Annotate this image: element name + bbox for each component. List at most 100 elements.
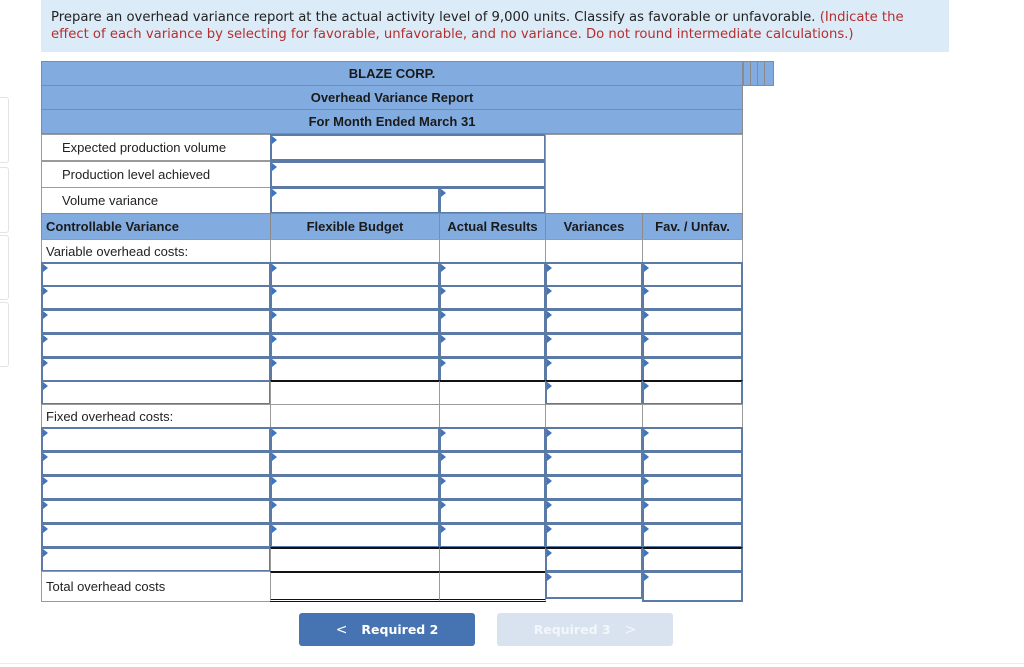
total-blank bbox=[270, 571, 440, 602]
fixed-fav-unfav-select[interactable] bbox=[642, 451, 743, 476]
fixed-actual-results-input[interactable] bbox=[439, 523, 546, 548]
next-required-label: Required 3 bbox=[533, 622, 611, 637]
fixed-variance-input[interactable] bbox=[545, 475, 643, 500]
variable-costs-label-blank bbox=[642, 239, 743, 263]
variable-fav-unfav-select[interactable] bbox=[642, 309, 743, 334]
instructions-panel: Prepare an overhead variance report at t… bbox=[41, 0, 949, 52]
variable-subtotal-blank bbox=[439, 380, 546, 405]
variable-subtotal-fav-unfav-select[interactable] bbox=[642, 380, 743, 405]
variable-actual-results-input[interactable] bbox=[439, 309, 546, 334]
fixed-fav-unfav-select[interactable] bbox=[642, 427, 743, 452]
fixed-item-select[interactable] bbox=[41, 475, 271, 500]
report-title: Overhead Variance Report bbox=[41, 85, 743, 110]
variable-subtotal-item-select[interactable] bbox=[41, 380, 271, 405]
variable-actual-results-input[interactable] bbox=[439, 333, 546, 358]
variable-costs-label-blank bbox=[545, 239, 643, 263]
fixed-costs-label: Fixed overhead costs: bbox=[41, 404, 271, 428]
variable-item-select[interactable] bbox=[41, 285, 271, 310]
fixed-fav-unfav-select[interactable] bbox=[642, 475, 743, 500]
variable-flexible-budget-input[interactable] bbox=[270, 285, 440, 310]
variable-costs-label: Variable overhead costs: bbox=[41, 239, 271, 263]
variable-flexible-budget-input[interactable] bbox=[270, 357, 440, 382]
fixed-fav-unfav-select[interactable] bbox=[642, 499, 743, 524]
fixed-costs-label-blank bbox=[545, 404, 643, 428]
company-name: BLAZE CORP. bbox=[41, 61, 743, 86]
expected-volume-input[interactable] bbox=[270, 134, 546, 161]
variable-costs-label-blank bbox=[439, 239, 546, 263]
fixed-subtotal-fav-unfav-select[interactable] bbox=[642, 547, 743, 572]
variable-costs-label-blank bbox=[270, 239, 440, 263]
variable-flexible-budget-input[interactable] bbox=[270, 333, 440, 358]
fixed-flexible-budget-input[interactable] bbox=[270, 475, 440, 500]
variable-actual-results-input[interactable] bbox=[439, 285, 546, 310]
next-required-button[interactable]: Required 3 > bbox=[497, 613, 673, 646]
actual-results-header: Actual Results bbox=[439, 213, 546, 240]
fixed-item-select[interactable] bbox=[41, 427, 271, 452]
variable-variance-input[interactable] bbox=[545, 309, 643, 334]
variable-subtotal-blank bbox=[270, 380, 440, 405]
variable-actual-results-input[interactable] bbox=[439, 262, 546, 287]
prev-required-button[interactable]: < Required 2 bbox=[299, 613, 475, 646]
side-panel-tab bbox=[0, 235, 9, 300]
variable-fav-unfav-select[interactable] bbox=[642, 357, 743, 382]
variances-header: Variances bbox=[545, 213, 643, 240]
fixed-variance-input[interactable] bbox=[545, 427, 643, 452]
fixed-flexible-budget-input[interactable] bbox=[270, 451, 440, 476]
volume-variance-fav-select[interactable] bbox=[439, 187, 546, 214]
variable-variance-input[interactable] bbox=[545, 285, 643, 310]
variable-flexible-budget-input[interactable] bbox=[270, 309, 440, 334]
fixed-variance-input[interactable] bbox=[545, 451, 643, 476]
side-panel-tab bbox=[0, 97, 9, 163]
variable-fav-unfav-select[interactable] bbox=[642, 333, 743, 358]
fixed-flexible-budget-input[interactable] bbox=[270, 427, 440, 452]
variable-fav-unfav-select[interactable] bbox=[642, 285, 743, 310]
fixed-actual-results-input[interactable] bbox=[439, 451, 546, 476]
total-overhead-label: Total overhead costs bbox=[41, 571, 271, 602]
chevron-right-icon: > bbox=[624, 621, 637, 638]
fixed-costs-label-blank bbox=[439, 404, 546, 428]
fixed-variance-input[interactable] bbox=[545, 523, 643, 548]
report-period: For Month Ended March 31 bbox=[41, 109, 743, 134]
variable-flexible-budget-input[interactable] bbox=[270, 262, 440, 287]
expected-volume-label: Expected production volume bbox=[41, 134, 271, 161]
volume-variance-label: Volume variance bbox=[41, 187, 271, 214]
instructions-text: Prepare an overhead variance report at t… bbox=[51, 10, 816, 25]
variable-item-select[interactable] bbox=[41, 357, 271, 382]
fixed-subtotal-variance-input[interactable] bbox=[545, 547, 643, 572]
production-level-label: Production level achieved bbox=[41, 161, 271, 188]
fixed-actual-results-input[interactable] bbox=[439, 427, 546, 452]
total-fav-unfav-select[interactable] bbox=[642, 571, 743, 602]
footer-divider bbox=[0, 663, 1024, 664]
total-variance-input[interactable] bbox=[545, 571, 643, 599]
variable-variance-input[interactable] bbox=[545, 357, 643, 382]
variable-subtotal-variance-input[interactable] bbox=[545, 380, 643, 405]
fixed-item-select[interactable] bbox=[41, 523, 271, 548]
variable-item-select[interactable] bbox=[41, 333, 271, 358]
prev-required-label: Required 2 bbox=[361, 622, 439, 637]
variable-item-select[interactable] bbox=[41, 262, 271, 287]
fixed-costs-label-blank bbox=[270, 404, 440, 428]
fixed-fav-unfav-select[interactable] bbox=[642, 523, 743, 548]
production-level-input[interactable] bbox=[270, 161, 546, 188]
fixed-subtotal-item-select[interactable] bbox=[41, 547, 271, 572]
fixed-actual-results-input[interactable] bbox=[439, 499, 546, 524]
variable-variance-input[interactable] bbox=[545, 262, 643, 287]
side-panel-tab bbox=[0, 302, 9, 367]
variable-variance-input[interactable] bbox=[545, 333, 643, 358]
variable-item-select[interactable] bbox=[41, 309, 271, 334]
flexible-budget-header: Flexible Budget bbox=[270, 213, 440, 240]
fixed-flexible-budget-input[interactable] bbox=[270, 499, 440, 524]
chevron-left-icon: < bbox=[335, 621, 348, 638]
blank-area bbox=[545, 134, 743, 214]
variable-fav-unfav-select[interactable] bbox=[642, 262, 743, 287]
fixed-actual-results-input[interactable] bbox=[439, 475, 546, 500]
fixed-flexible-budget-input[interactable] bbox=[270, 523, 440, 548]
column-resize-handle bbox=[764, 61, 774, 86]
variable-actual-results-input[interactable] bbox=[439, 357, 546, 382]
volume-variance-input[interactable] bbox=[270, 187, 440, 214]
controllable-variance-header: Controllable Variance bbox=[41, 213, 271, 240]
fixed-item-select[interactable] bbox=[41, 451, 271, 476]
fixed-subtotal-blank bbox=[439, 547, 546, 572]
fixed-item-select[interactable] bbox=[41, 499, 271, 524]
fixed-variance-input[interactable] bbox=[545, 499, 643, 524]
